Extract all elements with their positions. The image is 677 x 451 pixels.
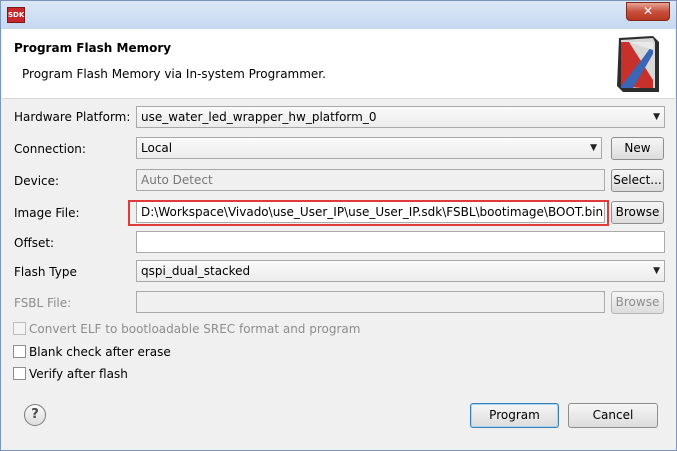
device-field: Auto Detect (136, 169, 605, 191)
title-bar: SDK ✕ (1, 1, 676, 29)
sdk-app-icon: SDK (7, 7, 25, 23)
close-button[interactable]: ✕ (626, 2, 670, 21)
device-label: Device: (14, 174, 60, 188)
convert-elf-label: Convert ELF to bootloadable SREC format … (29, 322, 361, 336)
hardware-platform-label: Hardware Platform: (14, 110, 131, 124)
blank-check-checkbox[interactable] (13, 345, 26, 358)
offset-label: Offset: (14, 236, 55, 250)
connection-label: Connection: (14, 142, 86, 156)
hardware-platform-select[interactable]: use_water_led_wrapper_hw_platform_0 ▼ (136, 106, 665, 128)
page-description: Program Flash Memory via In-system Progr… (22, 67, 326, 81)
verify-option[interactable]: Verify after flash (13, 367, 128, 381)
connection-value: Local (141, 141, 173, 155)
fsbl-file-label: FSBL File: (14, 296, 72, 310)
blank-check-option[interactable]: Blank check after erase (13, 345, 171, 359)
fsbl-file-field (136, 291, 605, 313)
offset-field[interactable] (136, 231, 665, 253)
blank-check-label: Blank check after erase (29, 345, 171, 359)
image-file-label: Image File: (14, 206, 80, 220)
browse-image-file-button[interactable]: Browse (611, 201, 664, 224)
new-connection-button[interactable]: New (611, 137, 664, 160)
flash-type-value: qspi_dual_stacked (141, 264, 251, 278)
connection-select[interactable]: Local ▼ (136, 137, 602, 159)
flash-type-label: Flash Type (14, 265, 77, 279)
sdk-logo-icon (617, 36, 659, 92)
chevron-down-icon: ▼ (653, 112, 660, 122)
image-file-highlight (128, 200, 609, 226)
chevron-down-icon: ▼ (653, 266, 660, 276)
verify-checkbox[interactable] (13, 367, 26, 380)
cancel-button[interactable]: Cancel (568, 403, 658, 428)
page-title: Program Flash Memory (14, 41, 172, 55)
convert-elf-checkbox (13, 322, 26, 335)
browse-fsbl-file-button: Browse (611, 291, 664, 314)
select-device-button[interactable]: Select... (611, 169, 664, 192)
dialog-header: Program Flash Memory Program Flash Memor… (2, 29, 675, 99)
convert-elf-option: Convert ELF to bootloadable SREC format … (13, 322, 360, 336)
chevron-down-icon: ▼ (590, 143, 597, 153)
verify-label: Verify after flash (29, 367, 128, 381)
hardware-platform-value: use_water_led_wrapper_hw_platform_0 (141, 110, 377, 124)
flash-type-select[interactable]: qspi_dual_stacked ▼ (136, 260, 665, 282)
program-flash-dialog: SDK ✕ Program Flash Memory Program Flash… (0, 0, 677, 451)
program-button[interactable]: Program (470, 403, 559, 428)
help-icon[interactable]: ? (24, 404, 46, 426)
